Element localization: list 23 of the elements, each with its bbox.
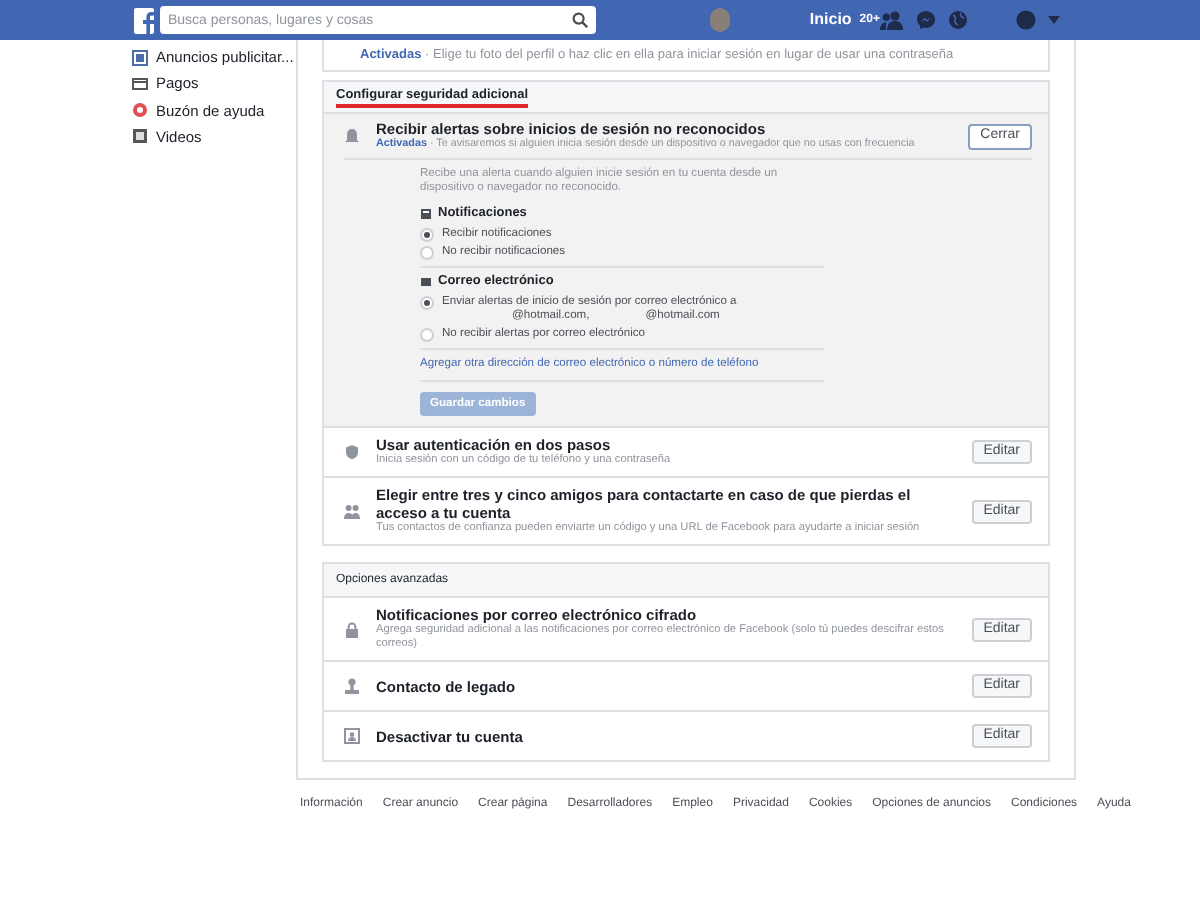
radio-button[interactable]	[420, 228, 434, 242]
person-icon	[344, 678, 360, 694]
logo-icon[interactable]	[134, 7, 154, 33]
radio-button[interactable]	[420, 296, 434, 310]
ads-icon	[132, 49, 148, 66]
people-icon	[344, 503, 360, 519]
radio-button[interactable]	[420, 246, 434, 260]
notification-icon	[420, 208, 432, 220]
shield-icon	[344, 444, 360, 460]
mail-icon	[420, 276, 432, 288]
lifebuoy-icon	[132, 102, 148, 119]
radio-button[interactable]	[420, 328, 434, 342]
home-link[interactable]: Inicio	[809, 8, 852, 32]
film-icon	[132, 128, 148, 145]
caret-icon	[1048, 16, 1060, 24]
bell-icon	[344, 128, 360, 144]
id-card-icon	[344, 728, 360, 744]
messenger-icon	[916, 10, 936, 30]
search-icon	[571, 12, 588, 28]
friends-icon	[880, 10, 904, 30]
globe-icon	[948, 10, 968, 30]
card-icon	[132, 75, 148, 92]
lock-icon	[344, 621, 360, 637]
